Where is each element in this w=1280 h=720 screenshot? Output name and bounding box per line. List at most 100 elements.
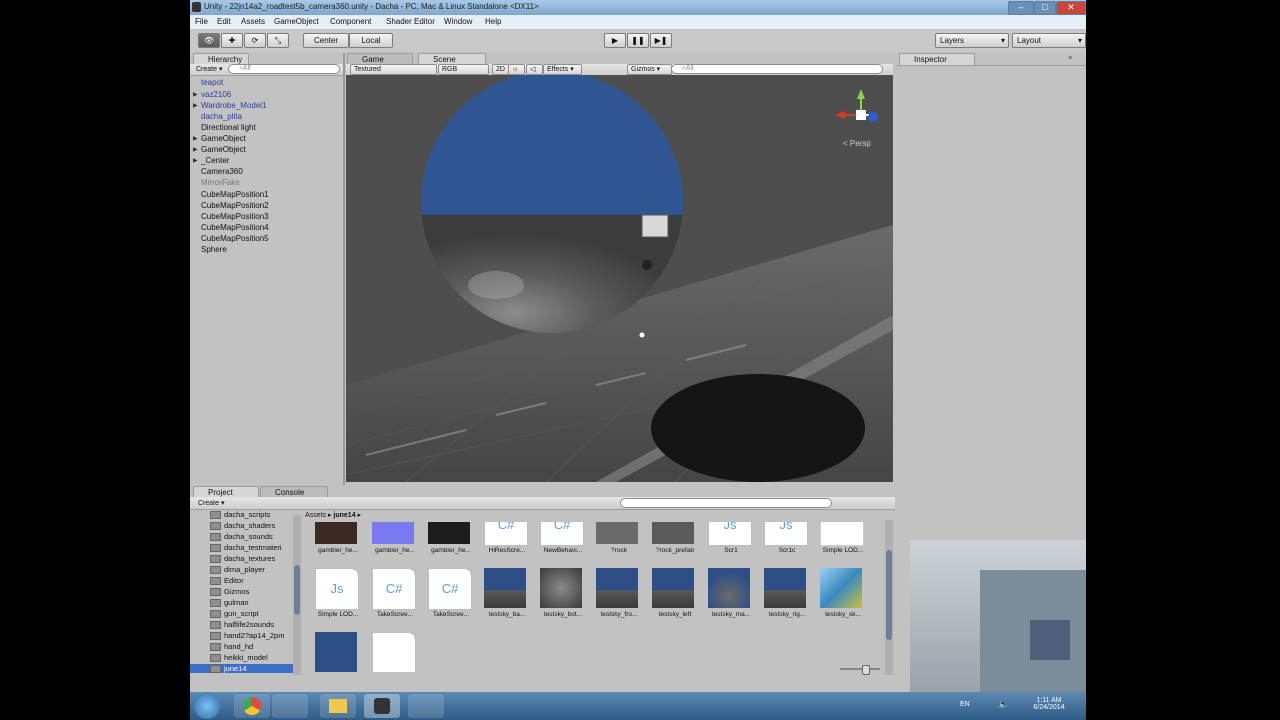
lighting-toggle-icon[interactable]: ☼: [508, 64, 525, 75]
effects-dropdown[interactable]: Effects ▾: [543, 64, 582, 75]
step-button[interactable]: ▶❚: [650, 33, 672, 48]
unity-taskbar-icon[interactable]: [364, 694, 400, 718]
volume-icon[interactable]: 🔈: [998, 699, 1009, 710]
asset-item[interactable]: testsky_sk...: [815, 568, 865, 618]
asset-item[interactable]: [367, 632, 417, 672]
maximize-button[interactable]: □: [1034, 1, 1056, 15]
hierarchy-item-cubemap5[interactable]: CubeMapPosition5: [201, 234, 269, 243]
folder-item[interactable]: dacha_scripts: [210, 510, 270, 520]
asset-item[interactable]: [310, 632, 360, 672]
folder-item[interactable]: dacha_textures: [210, 554, 275, 564]
asset-grid-scrollbar[interactable]: [885, 520, 893, 675]
folder-taskbar-icon[interactable]: [320, 694, 356, 718]
tab-inspector[interactable]: Inspector: [899, 53, 975, 65]
asset-item[interactable]: C# HiResScre...: [479, 522, 529, 554]
folder-item[interactable]: gulman: [210, 598, 249, 608]
thumbnail-size-slider[interactable]: [840, 665, 880, 675]
expand-arrow-icon[interactable]: ▶: [193, 102, 198, 109]
audio-toggle-icon[interactable]: ◁: [526, 64, 543, 75]
slider-handle[interactable]: [862, 665, 870, 675]
asset-item[interactable]: Js Scr1c: [759, 522, 809, 554]
asset-item[interactable]: testsky_rig...: [759, 568, 809, 618]
hierarchy-item-vaz2106[interactable]: vaz2106: [201, 90, 231, 99]
asset-item[interactable]: ?rock: [591, 522, 641, 554]
asset-item[interactable]: Simple LOD...: [815, 522, 865, 554]
hierarchy-item-dacha-plita[interactable]: dacha_plita: [201, 112, 242, 121]
hand-tool-button[interactable]: 👁: [198, 33, 220, 48]
hierarchy-item-teapot[interactable]: teapot: [201, 78, 223, 87]
expand-arrow-icon[interactable]: ▶: [193, 146, 198, 153]
folder-item-selected[interactable]: june14: [190, 664, 293, 674]
breadcrumb-june14[interactable]: june14: [333, 512, 355, 519]
scrollbar-thumb[interactable]: [886, 550, 892, 640]
layout-dropdown[interactable]: Layout ▾: [1012, 33, 1086, 48]
project-create-button[interactable]: Create ▾: [198, 499, 224, 507]
asset-item[interactable]: C# TakeScree...: [423, 568, 473, 618]
menu-window[interactable]: Window: [444, 17, 472, 26]
hierarchy-item-camera360[interactable]: Camera360: [201, 167, 243, 176]
space-toggle-button[interactable]: Local: [349, 33, 393, 48]
asset-item[interactable]: testsky_bot...: [535, 568, 585, 618]
asset-item[interactable]: gambler_he...: [423, 522, 473, 554]
menu-edit[interactable]: Edit: [217, 17, 231, 26]
asset-item[interactable]: C# NewBehavi...: [535, 522, 585, 554]
asset-item[interactable]: C# TakeScree...: [367, 568, 417, 618]
2d-toggle[interactable]: 2D: [492, 64, 509, 75]
hierarchy-create-button[interactable]: Create ▾: [196, 65, 222, 73]
minimize-button[interactable]: –: [1008, 1, 1034, 15]
folder-item[interactable]: hand_hd: [210, 642, 253, 652]
render-mode-dropdown[interactable]: Textured: [350, 64, 437, 75]
chrome-taskbar-icon[interactable]: [234, 694, 270, 718]
inspector-menu-icon[interactable]: ≡: [1068, 55, 1072, 62]
hierarchy-item-cubemap4[interactable]: CubeMapPosition4: [201, 223, 269, 232]
asset-item[interactable]: testsky_left: [647, 568, 697, 618]
close-button[interactable]: ✕: [1056, 1, 1086, 15]
hierarchy-search-input[interactable]: ⌕All: [228, 64, 340, 74]
layers-dropdown[interactable]: Layers ▾: [935, 33, 1009, 48]
asset-item[interactable]: testsky_fro...: [591, 568, 641, 618]
gizmos-dropdown[interactable]: Gizmos ▾: [627, 64, 672, 75]
move-tool-button[interactable]: ✚: [221, 33, 243, 48]
hierarchy-item-sphere[interactable]: Sphere: [201, 245, 227, 254]
asset-item[interactable]: ?rock_prefab: [647, 522, 697, 554]
hierarchy-item-center[interactable]: _Center: [201, 156, 229, 165]
scrollbar-thumb[interactable]: [294, 565, 300, 615]
hierarchy-item-mirrorfake[interactable]: MirrorFake: [201, 178, 240, 187]
breadcrumb-assets[interactable]: Assets: [305, 512, 326, 519]
language-indicator[interactable]: EN: [960, 701, 970, 708]
hierarchy-item-gameobject[interactable]: GameObject: [201, 145, 246, 154]
color-mode-dropdown[interactable]: RGB: [438, 64, 489, 75]
asset-item[interactable]: gambler_he...: [367, 522, 417, 554]
hierarchy-item-gameobject[interactable]: GameObject: [201, 134, 246, 143]
app-taskbar-icon[interactable]: [408, 694, 444, 718]
panel-divider[interactable]: [343, 53, 345, 485]
hierarchy-item-wardrobe[interactable]: Wardrobe_Model1: [201, 101, 267, 110]
hierarchy-item-cubemap3[interactable]: CubeMapPosition3: [201, 212, 269, 221]
scene-viewport[interactable]: < Persp: [346, 75, 893, 482]
pivot-toggle-button[interactable]: Center: [303, 33, 349, 48]
folder-item[interactable]: dacha_testmateri: [210, 543, 282, 553]
hierarchy-item-cubemap1[interactable]: CubeMapPosition1: [201, 190, 269, 199]
scale-tool-button[interactable]: ⤡: [267, 33, 289, 48]
asset-item[interactable]: gambler_he...: [310, 522, 360, 554]
folder-item[interactable]: dima_player: [210, 565, 265, 575]
expand-arrow-icon[interactable]: ▶: [193, 135, 198, 142]
expand-arrow-icon[interactable]: ▶: [193, 157, 198, 164]
menu-file[interactable]: File: [195, 17, 208, 26]
asset-item[interactable]: Js Simple LOD...: [310, 568, 360, 618]
hierarchy-item-cubemap2[interactable]: CubeMapPosition2: [201, 201, 269, 210]
menu-shader-editor[interactable]: Shader Editor: [386, 17, 435, 26]
menu-component[interactable]: Component: [330, 17, 371, 26]
play-button[interactable]: ▶: [604, 33, 626, 48]
scene-search-input[interactable]: ⌕All: [671, 64, 883, 74]
pause-button[interactable]: ❚❚: [627, 33, 649, 48]
asset-item[interactable]: Js Scr1: [703, 522, 753, 554]
folder-item[interactable]: dacha_shaders: [210, 521, 275, 531]
perspective-label[interactable]: < Persp: [843, 139, 871, 148]
start-button[interactable]: [194, 693, 220, 719]
folder-tree-scrollbar[interactable]: [293, 515, 301, 675]
rotate-tool-button[interactable]: ⟳: [244, 33, 266, 48]
hierarchy-item-directional-light[interactable]: Directional light: [201, 123, 256, 132]
folder-item[interactable]: dacha_sounds: [210, 532, 273, 542]
folder-item[interactable]: hand2?ap14_2pm: [210, 631, 284, 641]
